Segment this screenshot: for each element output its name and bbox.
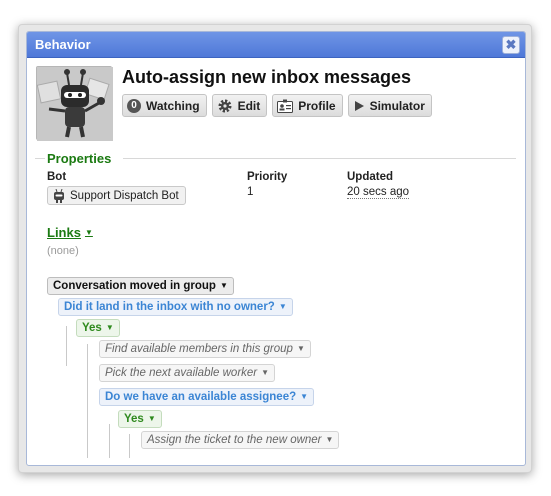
bot-chip-label: Support Dispatch Bot [70, 189, 179, 202]
yes-label: Yes [82, 322, 102, 334]
behavior-dialog: Behavior ✖ Auto-assign new inbox message… [26, 31, 526, 466]
trigger-node[interactable]: Conversation moved in group ▼ [47, 277, 234, 295]
id-card-icon [277, 99, 294, 113]
updated-label: Updated [347, 171, 393, 183]
chevron-down-icon: ▼ [105, 323, 114, 332]
action-node[interactable]: Assign the ticket to the new owner ▼ [141, 431, 340, 449]
tree-line [109, 424, 110, 458]
bot-actions: 0 Watching Edit Profile Simulator [122, 94, 432, 117]
dialog-title: Behavior [35, 37, 91, 52]
yes-branch-node[interactable]: Yes ▼ [118, 410, 162, 428]
chevron-down-icon: ▼ [84, 228, 93, 237]
robot-small-icon [52, 188, 66, 203]
bot-name: Auto-assign new inbox messages [122, 67, 412, 87]
dialog-title-bar[interactable]: Behavior ✖ [27, 32, 525, 58]
bot-chip[interactable]: Support Dispatch Bot [47, 186, 186, 205]
profile-button[interactable]: Profile [272, 94, 343, 117]
condition-node[interactable]: Did it land in the inbox with no owner? … [58, 298, 293, 316]
chevron-down-icon: ▼ [296, 344, 305, 353]
action-label: Assign the ticket to the new owner [147, 434, 322, 446]
chevron-down-icon: ▼ [261, 368, 270, 377]
tree-line [87, 344, 88, 458]
updated-value: 20 secs ago [347, 186, 410, 199]
tree-line [129, 434, 130, 458]
watching-count-badge: 0 [127, 98, 141, 113]
priority-value: 1 [247, 186, 254, 198]
links-empty: (none) [47, 245, 79, 257]
properties-rule-right [123, 158, 516, 159]
close-icon[interactable]: ✖ [502, 36, 520, 54]
condition-label: Do we have an available assignee? [105, 391, 297, 403]
condition-node[interactable]: Do we have an available assignee? ▼ [99, 388, 315, 406]
properties-panel: Bot Support Dispatch Bot Priority 1 Upda… [47, 171, 507, 221]
edit-label: Edit [237, 98, 261, 113]
links-toggle[interactable]: Links ▼ [47, 225, 93, 240]
action-label: Pick the next available worker [105, 367, 258, 379]
properties-heading: Properties [47, 151, 112, 166]
yes-branch-node[interactable]: Yes ▼ [76, 319, 120, 337]
watching-button[interactable]: 0 Watching [122, 94, 207, 117]
profile-label: Profile [298, 98, 336, 113]
properties-rule-left [35, 158, 45, 159]
links-heading: Links [47, 225, 81, 240]
robot-icon [36, 67, 113, 141]
simulator-label: Simulator [369, 98, 425, 113]
chevron-down-icon: ▼ [300, 392, 309, 401]
action-label: Find available members in this group [105, 343, 293, 355]
bot-header: Auto-assign new inbox messages 0 Watchin… [36, 66, 516, 146]
action-node[interactable]: Pick the next available worker ▼ [99, 364, 276, 382]
chevron-down-icon: ▼ [219, 281, 228, 290]
bot-property-label: Bot [47, 171, 67, 183]
robot-avatar [36, 66, 113, 141]
condition-label: Did it land in the inbox with no owner? [64, 301, 275, 313]
watching-label: Watching [146, 98, 200, 113]
gear-icon [217, 98, 233, 114]
simulator-button[interactable]: Simulator [347, 94, 432, 117]
priority-label: Priority [247, 171, 288, 183]
action-node[interactable]: Find available members in this group ▼ [99, 340, 311, 358]
chevron-down-icon: ▼ [325, 435, 334, 444]
edit-button[interactable]: Edit [211, 94, 268, 117]
chevron-down-icon: ▼ [147, 414, 156, 423]
chevron-down-icon: ▼ [278, 302, 287, 311]
yes-label: Yes [124, 413, 144, 425]
tree-line [66, 326, 67, 366]
play-icon [353, 100, 365, 112]
trigger-label: Conversation moved in group [53, 280, 216, 292]
